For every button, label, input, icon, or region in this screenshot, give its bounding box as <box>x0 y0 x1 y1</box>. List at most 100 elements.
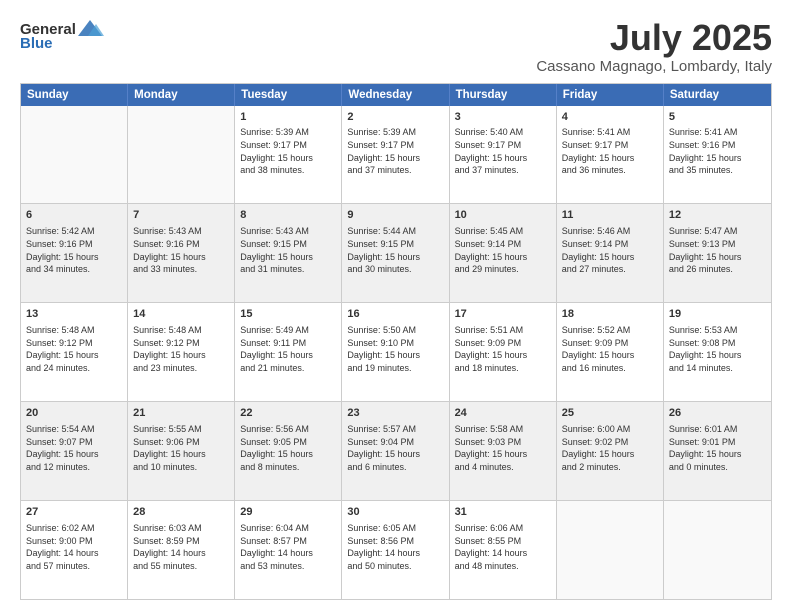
day-number: 2 <box>347 110 443 125</box>
day-info: Sunrise: 5:41 AM Sunset: 9:17 PM Dayligh… <box>562 126 658 176</box>
day-info: Sunrise: 5:43 AM Sunset: 9:15 PM Dayligh… <box>240 225 336 275</box>
day-number: 8 <box>240 208 336 223</box>
day-number: 4 <box>562 110 658 125</box>
day-number: 30 <box>347 505 443 520</box>
day-info: Sunrise: 5:49 AM Sunset: 9:11 PM Dayligh… <box>240 324 336 374</box>
cal-cell-1-1: 7Sunrise: 5:43 AM Sunset: 9:16 PM Daylig… <box>128 204 235 302</box>
day-number: 24 <box>455 406 551 421</box>
calendar-row-2: 13Sunrise: 5:48 AM Sunset: 9:12 PM Dayli… <box>21 302 771 401</box>
calendar: SundayMondayTuesdayWednesdayThursdayFrid… <box>20 83 772 600</box>
location-title: Cassano Magnago, Lombardy, Italy <box>536 58 772 75</box>
day-number: 11 <box>562 208 658 223</box>
day-number: 5 <box>669 110 766 125</box>
day-info: Sunrise: 5:50 AM Sunset: 9:10 PM Dayligh… <box>347 324 443 374</box>
cal-cell-0-2: 1Sunrise: 5:39 AM Sunset: 9:17 PM Daylig… <box>235 106 342 204</box>
header-cell-thursday: Thursday <box>450 84 557 106</box>
day-number: 20 <box>26 406 122 421</box>
header-cell-saturday: Saturday <box>664 84 771 106</box>
logo: General Blue <box>20 18 104 51</box>
cal-cell-1-5: 11 Sunrise: 5:46 AM Sunset: 9:14 PM Dayli… <box>557 204 664 302</box>
logo-blue: Blue <box>20 36 53 51</box>
cal-cell-1-2: 8 Sunrise: 5:43 AM Sunset: 9:15 PM Daylig… <box>235 204 342 302</box>
cal-cell-2-2: 15 Sunrise: 5:49 AM Sunset: 9:11 PM Dayli… <box>235 303 342 401</box>
cal-cell-3-2: 22Sunrise: 5:56 AM Sunset: 9:05 PM Dayli… <box>235 402 342 500</box>
header-cell-friday: Friday <box>557 84 664 106</box>
cal-cell-2-6: 19 Sunrise: 5:53 AM Sunset: 9:08 PM Dayli… <box>664 303 771 401</box>
header-cell-tuesday: Tuesday <box>235 84 342 106</box>
cal-cell-0-6: 5Sunrise: 5:41 AM Sunset: 9:16 PM Daylig… <box>664 106 771 204</box>
cal-cell-4-3: 30Sunrise: 6:05 AM Sunset: 8:56 PM Dayli… <box>342 501 449 599</box>
day-info: Sunrise: 5:48 AM Sunset: 9:12 PM Dayligh… <box>133 324 229 374</box>
header-cell-sunday: Sunday <box>21 84 128 106</box>
cal-cell-3-0: 20Sunrise: 5:54 AM Sunset: 9:07 PM Dayli… <box>21 402 128 500</box>
calendar-row-0: 1Sunrise: 5:39 AM Sunset: 9:17 PM Daylig… <box>21 106 771 204</box>
cal-cell-4-5 <box>557 501 664 599</box>
cal-cell-1-0: 6 Sunrise: 5:42 AM Sunset: 9:16 PM Daylig… <box>21 204 128 302</box>
cal-cell-3-3: 23 Sunrise: 5:57 AM Sunset: 9:04 PM Dayli… <box>342 402 449 500</box>
day-number: 1 <box>240 110 336 125</box>
calendar-row-4: 27Sunrise: 6:02 AM Sunset: 9:00 PM Dayli… <box>21 500 771 599</box>
day-info: Sunrise: 5:56 AM Sunset: 9:05 PM Dayligh… <box>240 423 336 473</box>
calendar-body: 1Sunrise: 5:39 AM Sunset: 9:17 PM Daylig… <box>21 106 771 599</box>
day-info: Sunrise: 5:52 AM Sunset: 9:09 PM Dayligh… <box>562 324 658 374</box>
day-number: 21 <box>133 406 229 421</box>
day-info: Sunrise: 6:01 AM Sunset: 9:01 PM Dayligh… <box>669 423 766 473</box>
cal-cell-1-6: 12 Sunrise: 5:47 AM Sunset: 9:13 PM Dayli… <box>664 204 771 302</box>
cal-cell-0-4: 3Sunrise: 5:40 AM Sunset: 9:17 PM Daylig… <box>450 106 557 204</box>
cal-cell-2-0: 13Sunrise: 5:48 AM Sunset: 9:12 PM Dayli… <box>21 303 128 401</box>
day-info: Sunrise: 5:53 AM Sunset: 9:08 PM Dayligh… <box>669 324 766 374</box>
day-number: 19 <box>669 307 766 322</box>
day-number: 12 <box>669 208 766 223</box>
cal-cell-3-4: 24 Sunrise: 5:58 AM Sunset: 9:03 PM Dayli… <box>450 402 557 500</box>
header-cell-wednesday: Wednesday <box>342 84 449 106</box>
day-number: 17 <box>455 307 551 322</box>
cal-cell-2-5: 18 Sunrise: 5:52 AM Sunset: 9:09 PM Dayli… <box>557 303 664 401</box>
day-info: Sunrise: 6:00 AM Sunset: 9:02 PM Dayligh… <box>562 423 658 473</box>
day-info: Sunrise: 6:02 AM Sunset: 9:00 PM Dayligh… <box>26 522 122 572</box>
day-number: 29 <box>240 505 336 520</box>
day-info: Sunrise: 6:06 AM Sunset: 8:55 PM Dayligh… <box>455 522 551 572</box>
cal-cell-4-2: 29Sunrise: 6:04 AM Sunset: 8:57 PM Dayli… <box>235 501 342 599</box>
day-number: 25 <box>562 406 658 421</box>
cal-cell-0-5: 4Sunrise: 5:41 AM Sunset: 9:17 PM Daylig… <box>557 106 664 204</box>
calendar-row-3: 20Sunrise: 5:54 AM Sunset: 9:07 PM Dayli… <box>21 401 771 500</box>
day-number: 23 <box>347 406 443 421</box>
day-info: Sunrise: 5:42 AM Sunset: 9:16 PM Dayligh… <box>26 225 122 275</box>
cal-cell-1-4: 10 Sunrise: 5:45 AM Sunset: 9:14 PM Dayli… <box>450 204 557 302</box>
cal-cell-3-1: 21 Sunrise: 5:55 AM Sunset: 9:06 PM Dayli… <box>128 402 235 500</box>
day-number: 9 <box>347 208 443 223</box>
cal-cell-3-5: 25 Sunrise: 6:00 AM Sunset: 9:02 PM Dayli… <box>557 402 664 500</box>
day-number: 28 <box>133 505 229 520</box>
day-info: Sunrise: 5:57 AM Sunset: 9:04 PM Dayligh… <box>347 423 443 473</box>
day-info: Sunrise: 5:47 AM Sunset: 9:13 PM Dayligh… <box>669 225 766 275</box>
cal-cell-4-1: 28Sunrise: 6:03 AM Sunset: 8:59 PM Dayli… <box>128 501 235 599</box>
cal-cell-4-4: 31Sunrise: 6:06 AM Sunset: 8:55 PM Dayli… <box>450 501 557 599</box>
day-number: 3 <box>455 110 551 125</box>
cal-cell-0-3: 2Sunrise: 5:39 AM Sunset: 9:17 PM Daylig… <box>342 106 449 204</box>
cal-cell-0-1 <box>128 106 235 204</box>
day-info: Sunrise: 5:58 AM Sunset: 9:03 PM Dayligh… <box>455 423 551 473</box>
day-info: Sunrise: 5:44 AM Sunset: 9:15 PM Dayligh… <box>347 225 443 275</box>
month-title: July 2025 <box>536 18 772 58</box>
day-info: Sunrise: 5:46 AM Sunset: 9:14 PM Dayligh… <box>562 225 658 275</box>
day-number: 18 <box>562 307 658 322</box>
calendar-row-1: 6 Sunrise: 5:42 AM Sunset: 9:16 PM Daylig… <box>21 203 771 302</box>
day-info: Sunrise: 5:40 AM Sunset: 9:17 PM Dayligh… <box>455 126 551 176</box>
day-info: Sunrise: 5:45 AM Sunset: 9:14 PM Dayligh… <box>455 225 551 275</box>
day-number: 10 <box>455 208 551 223</box>
day-number: 15 <box>240 307 336 322</box>
logo-icon <box>76 18 104 40</box>
title-block: July 2025 Cassano Magnago, Lombardy, Ita… <box>536 18 772 75</box>
cal-cell-2-4: 17Sunrise: 5:51 AM Sunset: 9:09 PM Dayli… <box>450 303 557 401</box>
cal-cell-1-3: 9 Sunrise: 5:44 AM Sunset: 9:15 PM Daylig… <box>342 204 449 302</box>
cal-cell-0-0 <box>21 106 128 204</box>
day-number: 26 <box>669 406 766 421</box>
day-number: 16 <box>347 307 443 322</box>
day-info: Sunrise: 5:39 AM Sunset: 9:17 PM Dayligh… <box>347 126 443 176</box>
day-number: 6 <box>26 208 122 223</box>
cal-cell-4-6 <box>664 501 771 599</box>
calendar-header: SundayMondayTuesdayWednesdayThursdayFrid… <box>21 84 771 106</box>
day-info: Sunrise: 5:55 AM Sunset: 9:06 PM Dayligh… <box>133 423 229 473</box>
day-info: Sunrise: 5:41 AM Sunset: 9:16 PM Dayligh… <box>669 126 766 176</box>
day-info: Sunrise: 5:39 AM Sunset: 9:17 PM Dayligh… <box>240 126 336 176</box>
